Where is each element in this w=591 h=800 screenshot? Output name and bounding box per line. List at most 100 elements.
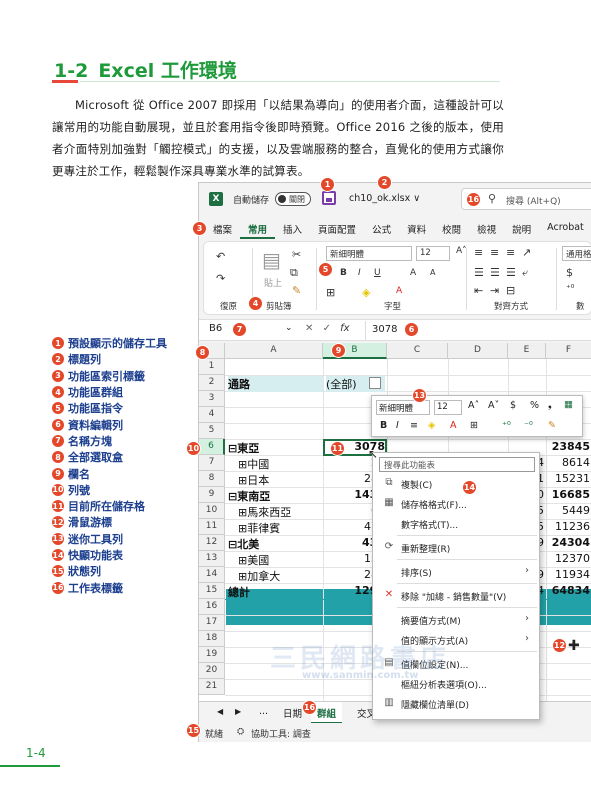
sheet-next-icon[interactable]: ▶ [235,707,241,716]
row-header-6[interactable]: 6 [199,439,225,455]
mini-increase-decimal-icon[interactable]: ⁺⁰ [502,420,511,431]
number-format-select[interactable]: 通用格 [562,246,591,261]
name-box[interactable]: B6 [203,323,295,339]
column-header-f[interactable]: F [546,343,591,359]
mini-format-painter-icon[interactable]: ✎ [548,420,556,431]
format-painter-icon[interactable]: ✎ [292,284,301,297]
align-top-icon[interactable]: ≡ [474,246,483,259]
row-header-11[interactable]: 11 [199,519,225,535]
filter-label-cell[interactable]: 通路 [228,376,323,392]
tab-view[interactable]: 檢視 [469,219,504,239]
column-header-a[interactable]: A [225,343,323,359]
filter-dropdown-icon[interactable] [369,377,381,389]
italic-icon[interactable]: I [358,268,361,278]
decrease-indent-icon[interactable]: ⇤ [474,284,483,297]
pivot-value-cell[interactable]: 23845 [549,440,590,453]
context-menu-item[interactable]: 摘要值方式(M) › [373,611,539,629]
row-header-5[interactable]: 5 [199,423,225,439]
bold-icon[interactable]: B [340,268,347,278]
context-menu-item[interactable]: ⧉ 複製(C) [373,475,539,493]
column-header-c[interactable]: C [387,343,448,359]
autosave-toggle[interactable]: 關閉 [275,192,311,206]
pivot-value-cell[interactable]: 11934 [549,568,590,581]
merge-icon[interactable]: ⊟ [506,284,515,297]
pivot-row-label[interactable]: ⊞菲律賓 [228,520,321,536]
paste-icon[interactable]: ▤ [262,248,281,272]
context-menu-search[interactable]: 搜尋此功能表 [379,457,535,472]
row-header-3[interactable]: 3 [199,391,225,407]
pivot-row-label[interactable]: ⊟北美 [228,536,321,552]
font-name-select[interactable]: 新細明體 [326,246,412,261]
pivot-row-labels[interactable]: 列標籤 [228,424,321,440]
mini-bold-icon[interactable]: B [380,420,387,431]
row-header-8[interactable]: 8 [199,471,225,487]
row-header-7[interactable]: 7 [199,455,225,471]
align-right-icon[interactable]: ☰ [506,266,516,279]
shrink-font-icon[interactable]: A [430,268,435,277]
row-header-15[interactable]: 15 [199,583,225,599]
border-icon[interactable]: ⊞ [326,286,335,299]
undo-icon[interactable]: ↶ [216,250,225,263]
row-header-20[interactable]: 20 [199,663,225,679]
pivot-row-label[interactable]: ⊞美國 [228,552,321,568]
mini-format-icon[interactable]: ▦ [564,399,573,410]
mini-comma-icon[interactable]: ❟ [548,400,552,411]
tab-insert[interactable]: 插入 [275,219,310,239]
context-menu-item[interactable]: ⟳ 重新整理(R) [373,539,539,557]
mini-border-icon[interactable]: ⊞ [470,420,478,431]
row-header-4[interactable]: 4 [199,407,225,423]
sheet-more[interactable]: ... [259,706,268,717]
pivot-value-cell[interactable]: 5449 [549,504,590,517]
redo-icon[interactable]: ↷ [216,272,225,285]
pivot-value-cell[interactable]: 12370 [549,552,590,565]
insert-function-icon[interactable]: fx [340,323,349,334]
sheet-tab-date[interactable]: 日期 [283,706,302,720]
font-color-icon[interactable]: A [396,286,402,296]
row-header-12[interactable]: 12 [199,535,225,551]
row-header-10[interactable]: 10 [199,503,225,519]
wrap-text-icon[interactable]: ⤶ [522,266,528,280]
decimal-icon[interactable]: ⁺⁰ [566,284,574,294]
pivot-row-label[interactable]: 總計 [228,584,321,600]
pivot-value-cell[interactable]: 24304 [549,536,590,549]
context-menu-item[interactable]: ▥ 隱藏欄位清單(D) [373,695,539,713]
align-center-icon[interactable]: ☰ [490,266,500,279]
pivot-row-label[interactable]: ⊞加拿大 [228,568,321,584]
pivot-row-label[interactable]: ⊞中國 [228,456,321,472]
tab-acrobat[interactable]: Acrobat [539,219,591,239]
accessibility-status[interactable]: 協助工具: 調查 [251,727,311,740]
pivot-row-label[interactable]: ⊟東南亞 [228,488,321,504]
cut-icon[interactable]: ✂ [292,248,301,261]
row-header-17[interactable]: 17 [199,615,225,631]
mini-percent-icon[interactable]: % [530,400,539,411]
pivot-value-cell[interactable]: 11236 [549,520,590,533]
row-header-1[interactable]: 1 [199,359,225,375]
mini-font-color-icon[interactable]: A [450,420,457,431]
row-header-14[interactable]: 14 [199,567,225,583]
align-left-icon[interactable]: ☰ [474,266,484,279]
tab-home[interactable]: 常用 [240,219,276,239]
pivot-values-header[interactable]: 加總 - 銷售數量 [228,408,321,424]
align-bottom-icon[interactable]: ≡ [506,246,515,259]
cancel-icon[interactable]: ✕ [305,323,313,334]
font-size-select[interactable]: 12 [416,246,450,261]
increase-indent-icon[interactable]: ⇥ [490,284,499,297]
row-header-18[interactable]: 18 [199,631,225,647]
underline-icon[interactable]: U [374,268,381,278]
tab-review[interactable]: 校閱 [434,219,469,239]
row-header-16[interactable]: 16 [199,599,225,615]
mini-font-size[interactable]: 12 [434,400,462,415]
context-menu-item[interactable]: 排序(S) › [373,563,539,581]
row-header-21[interactable]: 21 [199,679,225,695]
context-menu-item[interactable]: ▦ 儲存格格式(F)... [373,495,539,513]
copy-icon[interactable]: ⧉ [290,266,298,280]
mini-fill-icon[interactable]: ◈ [428,420,435,431]
sheet-prev-icon[interactable]: ◀ [217,707,223,716]
pivot-value-cell[interactable]: 15231 [549,472,590,485]
row-header-19[interactable]: 19 [199,647,225,663]
save-icon[interactable] [322,191,336,205]
pivot-row-label[interactable]: ⊞日本 [228,472,321,488]
fill-color-icon[interactable]: ◈ [362,286,370,299]
context-menu-item[interactable]: 數字格式(T)... [373,515,539,533]
tab-data[interactable]: 資料 [399,219,434,239]
